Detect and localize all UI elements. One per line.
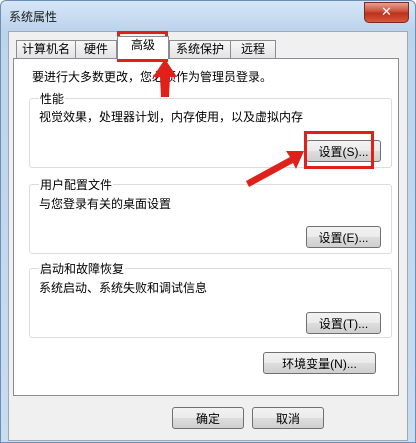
- performance-title: 性能: [39, 90, 66, 107]
- tab-hardware[interactable]: 硬件: [75, 40, 117, 58]
- startup-recovery-title: 启动和故障恢复: [39, 260, 126, 277]
- tab-remote[interactable]: 远程: [230, 40, 276, 58]
- performance-settings-highlight: [304, 131, 374, 169]
- performance-description: 视觉效果，处理器计划，内存使用，以及虚拟内存: [39, 110, 304, 124]
- tab-label: 高级: [130, 38, 155, 52]
- environment-variables-button[interactable]: 环境变量(N)...: [263, 352, 376, 374]
- cancel-button[interactable]: 取消: [252, 407, 324, 429]
- startup-recovery-settings-button[interactable]: 设置(T)...: [306, 312, 381, 334]
- user-profiles-title: 用户配置文件: [39, 176, 114, 193]
- arrow-to-advanced-tab-icon: [153, 59, 177, 97]
- tab-label: 远程: [240, 42, 265, 56]
- startup-recovery-description: 系统启动、系统失败和调试信息: [39, 281, 208, 295]
- tab-label: 系统保护: [175, 42, 224, 56]
- window-title: 系统属性: [9, 10, 58, 24]
- arrow-to-settings-icon: [246, 151, 304, 187]
- tab-label: 计算机名: [21, 42, 70, 56]
- close-button[interactable]: ✕: [364, 2, 409, 23]
- tab-computer-name[interactable]: 计算机名: [16, 40, 76, 58]
- user-profiles-description: 与您登录有关的桌面设置: [39, 197, 172, 211]
- ok-button[interactable]: 确定: [172, 407, 244, 429]
- tab-advanced[interactable]: 高级: [117, 36, 169, 59]
- tab-label: 硬件: [83, 42, 108, 56]
- close-icon: ✕: [381, 5, 392, 20]
- title-bar[interactable]: 系统属性 ✕: [1, 1, 415, 31]
- user-profiles-settings-button[interactable]: 设置(E)...: [306, 226, 381, 248]
